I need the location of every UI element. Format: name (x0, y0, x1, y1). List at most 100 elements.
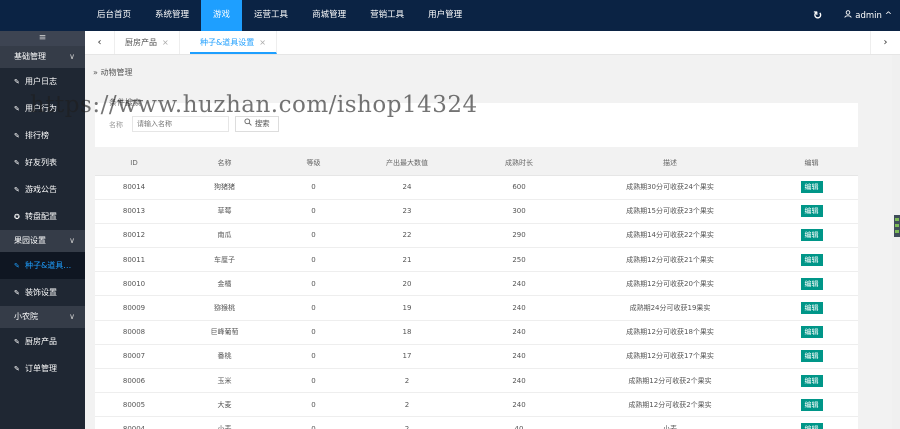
sidebar-item[interactable]: ✎ 排行榜 (0, 122, 85, 149)
table-cell: 成熟期30分可收获24个果实 (575, 175, 765, 200)
table-cell: 编辑 (765, 247, 858, 273)
table-cell: 编辑 (765, 199, 858, 224)
table-cell: 80014 (95, 175, 173, 200)
top-right-actions: ↻ admin ^ (813, 0, 892, 31)
table-cell: 17 (351, 344, 463, 370)
sidebar-item[interactable]: ✎ 游戏公告 (0, 176, 85, 203)
edit-button[interactable]: 编辑 (800, 302, 823, 315)
edit-button[interactable]: 编辑 (800, 398, 823, 411)
table-row: 80010 金橘 0 20 240 成熟期12分可收获20个果实 编辑 (95, 271, 858, 297)
scroll-handle[interactable] (894, 215, 900, 237)
sidebar-item-label: 好友列表 (25, 158, 57, 167)
table-cell: 22 (351, 223, 463, 249)
nav-item[interactable]: 游戏 (201, 0, 243, 31)
table-cell: 0 (276, 368, 351, 394)
sidebar-item-label: 厨房产品 (25, 337, 57, 346)
edit-button[interactable]: 编辑 (800, 374, 823, 387)
edit-button[interactable]: 编辑 (800, 253, 823, 266)
search-input[interactable] (132, 116, 229, 132)
sidebar-group[interactable]: 小农院 ∨ (0, 306, 85, 328)
table-cell: 80009 (95, 295, 173, 321)
page-scrollbar[interactable] (892, 55, 900, 429)
tab-kitchen-products[interactable]: 厨房产品 × (115, 31, 180, 54)
sidebar: ≡ 基础管理 ∨ ✎ 用户日志 ✎ 用户行为 ✎ 排行榜 ✎ 好友列表 ✎ 游戏公告 ✪ 转盘配置 果园设置… (0, 31, 85, 429)
nav-item[interactable]: 营销工具 (358, 0, 416, 31)
close-icon[interactable]: × (259, 38, 266, 47)
table-cell: 80005 (95, 392, 173, 418)
table-cell: 19 (351, 295, 463, 321)
table-cell: 0 (276, 199, 351, 224)
table-cell: 0 (276, 295, 351, 321)
table-cell: 狗猪猪 (173, 175, 276, 200)
sidebar-group-label: 小农院 (14, 312, 38, 321)
sidebar-group[interactable]: 果园设置 ∨ (0, 230, 85, 252)
table-cell: 编辑 (765, 271, 858, 297)
table-row: 80004 小麦 0 2 40 小麦 编辑 (95, 416, 858, 429)
table-cell: 成熟期12分可收获18个果实 (575, 320, 765, 345)
sidebar-item[interactable]: ✎ 好友列表 (0, 149, 85, 176)
table-cell: 金橘 (173, 271, 276, 297)
table-cell: 编辑 (765, 392, 858, 418)
sidebar-item[interactable]: ✎ 装饰设置 (0, 279, 85, 306)
sidebar-item-label: 游戏公告 (25, 185, 57, 194)
edit-button[interactable]: 编辑 (800, 277, 823, 290)
refresh-icon[interactable]: ↻ (813, 9, 822, 22)
chevron-up-icon[interactable]: ^ (885, 11, 892, 21)
table-cell: 成熟期12分可收获2个果实 (575, 368, 765, 394)
edit-button[interactable]: 编辑 (800, 229, 823, 242)
sidebar-item[interactable]: ✎ 订单管理 (0, 355, 85, 382)
nav-item[interactable]: 商城管理 (300, 0, 358, 31)
edit-button[interactable]: 编辑 (800, 350, 823, 363)
search-button[interactable]: 搜索 (235, 116, 279, 132)
table-cell: 猕猴桃 (173, 295, 276, 321)
table-cell: 240 (463, 295, 575, 321)
breadcrumb: » 动物管理 (93, 67, 132, 78)
tab-prev-icon[interactable]: ‹ (85, 31, 115, 54)
menu-toggle-icon[interactable]: ≡ (0, 31, 85, 46)
table-cell: 80011 (95, 247, 173, 273)
table-row: 80012 南瓜 0 22 290 成熟期14分可收获22个果实 编辑 (95, 223, 858, 249)
tab-next-icon[interactable]: › (870, 31, 900, 54)
user-menu[interactable]: admin (855, 11, 882, 21)
edit-button[interactable]: 编辑 (800, 205, 823, 218)
link-icon: ✎ (14, 338, 20, 346)
sidebar-group[interactable]: 基础管理 ∨ (0, 46, 85, 68)
sidebar-group-label: 果园设置 (14, 236, 46, 245)
table-cell: 80012 (95, 223, 173, 249)
sidebar-item[interactable]: ✪ 转盘配置 (0, 203, 85, 230)
sidebar-item[interactable]: ✎ 厨房产品 (0, 328, 85, 355)
column-header: 成熟时长 (463, 151, 575, 176)
table-cell: 小麦 (173, 416, 276, 429)
table-cell: 80010 (95, 271, 173, 297)
edit-button[interactable]: 编辑 (800, 422, 823, 429)
close-icon[interactable]: × (162, 38, 169, 47)
table-cell: 编辑 (765, 223, 858, 249)
nav-item[interactable]: 后台首页 (85, 0, 143, 31)
sidebar-item[interactable]: ✎ 用户日志 (0, 68, 85, 95)
nav-item[interactable]: 系统管理 (143, 0, 201, 31)
sidebar-item-label: 排行榜 (25, 131, 49, 140)
table-cell: 23 (351, 199, 463, 224)
table-cell: 编辑 (765, 368, 858, 394)
link-icon: ✎ (14, 105, 20, 113)
sidebar-item[interactable]: ✎ 种子&道具… (0, 252, 85, 279)
table-cell: 成熟期12分可收获2个果实 (575, 392, 765, 418)
column-header: 编辑 (765, 151, 858, 176)
table-cell: 21 (351, 247, 463, 273)
column-header: 产出最大数值 (351, 151, 463, 176)
link-icon: ✎ (14, 132, 20, 140)
breadcrumb-label: 动物管理 (100, 68, 133, 77)
search-label: 名称 (109, 121, 123, 129)
edit-button[interactable]: 编辑 (800, 181, 823, 194)
nav-item[interactable]: 运营工具 (242, 0, 300, 31)
nav-item[interactable]: 用户管理 (416, 0, 474, 31)
edit-button[interactable]: 编辑 (800, 326, 823, 339)
table-cell: 240 (463, 368, 575, 394)
tab-bar: ‹ 厨房产品 × 种子&道具设置 × › (85, 31, 900, 55)
table-cell: 40 (463, 416, 575, 429)
table-cell: 2 (351, 392, 463, 418)
tab-seed-items-settings[interactable]: 种子&道具设置 × (190, 31, 277, 54)
table-row: 80005 大麦 0 2 240 成熟期12分可收获2个果实 编辑 (95, 392, 858, 418)
table-cell: 成熟期12分可收获21个果实 (575, 247, 765, 273)
table-cell: 240 (463, 344, 575, 370)
